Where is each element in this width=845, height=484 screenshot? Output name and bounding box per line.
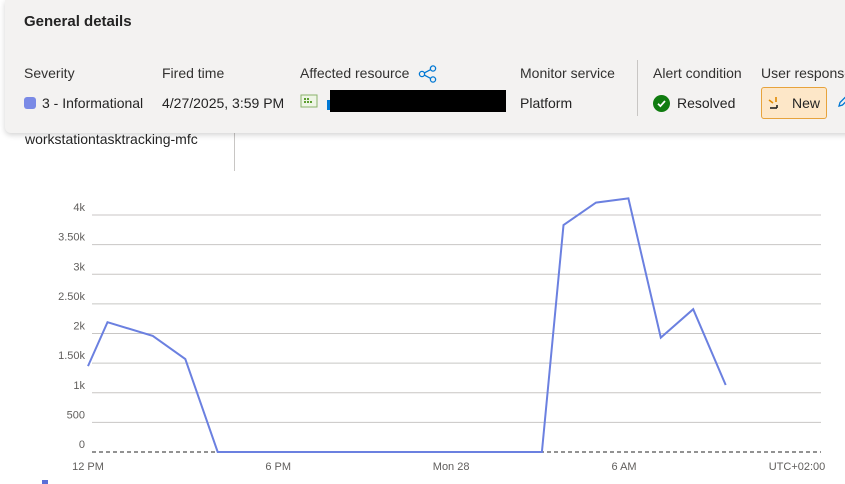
- affected-resource-label: Affected resource: [300, 64, 437, 84]
- fired-time-value: 4/27/2025, 3:59 PM: [162, 95, 285, 111]
- share-icon[interactable]: [418, 65, 437, 84]
- general-details-card: General details Severity 3 - Information…: [5, 0, 845, 133]
- panel-divider: [234, 133, 235, 171]
- legend-swatch: [42, 480, 48, 484]
- resource-icon: [300, 94, 318, 108]
- fired-time-label: Fired time: [162, 65, 225, 81]
- severity-text: 3 - Informational: [42, 95, 144, 111]
- alert-condition-column: Alert condition Resolved: [653, 64, 742, 112]
- monitor-service-column: Monitor service Platform: [520, 64, 615, 111]
- edit-icon[interactable]: [837, 94, 845, 108]
- user-response-text: New: [792, 95, 821, 111]
- y-tick-label: 2k: [73, 321, 85, 333]
- alert-condition-text: Resolved: [677, 95, 736, 111]
- x-tick-label: Mon 28: [433, 461, 470, 473]
- column-divider: [637, 60, 638, 116]
- y-tick-label: 4k: [73, 202, 85, 214]
- monitor-service-value: Platform: [520, 95, 573, 111]
- severity-indicator-icon: [24, 97, 36, 109]
- checkmark-icon: [653, 94, 670, 112]
- x-tick-label: 6 PM: [265, 461, 291, 473]
- card-title: General details: [24, 13, 132, 30]
- y-tick-label: 2.50k: [58, 291, 85, 303]
- x-tick-label: 6 AM: [612, 461, 637, 473]
- y-tick-label: 0: [79, 439, 85, 451]
- user-response-label: User response: [761, 65, 845, 81]
- affected-resource-column: Affected resource: [300, 64, 506, 112]
- severity-label: Severity: [24, 65, 75, 81]
- y-tick-label: 500: [67, 409, 85, 421]
- severity-column: Severity 3 - Informational: [24, 64, 143, 111]
- x-tick-label: 12 PM: [72, 461, 104, 473]
- monitor-service-label: Monitor service: [520, 65, 615, 81]
- alert-condition-value: Resolved: [653, 94, 735, 112]
- severity-value: 3 - Informational: [24, 94, 143, 112]
- y-tick-label: 3k: [73, 261, 85, 273]
- y-tick-label: 1.50k: [58, 350, 85, 362]
- sparkle-icon: [768, 97, 778, 109]
- alert-condition-label: Alert condition: [653, 65, 742, 81]
- y-tick-label: 3.50k: [58, 232, 85, 244]
- y-tick-label: 1k: [73, 380, 85, 392]
- affected-resource-value[interactable]: [300, 90, 506, 112]
- series-line[interactable]: [87, 197, 727, 453]
- fired-time-column: Fired time 4/27/2025, 3:59 PM: [162, 64, 284, 111]
- redacted-resource-name: [330, 90, 506, 112]
- affected-resource-label-text: Affected resource: [300, 65, 410, 81]
- x-tick-label: UTC+02:00: [769, 461, 826, 473]
- user-response-column: User response New: [761, 64, 845, 119]
- user-response-new-button[interactable]: New: [761, 87, 828, 119]
- metric-line-chart: 0 500 1k 1.50k 2k 2.50k 3k 3.50k 4k 12 PM 6 PM Mon …: [58, 197, 826, 473]
